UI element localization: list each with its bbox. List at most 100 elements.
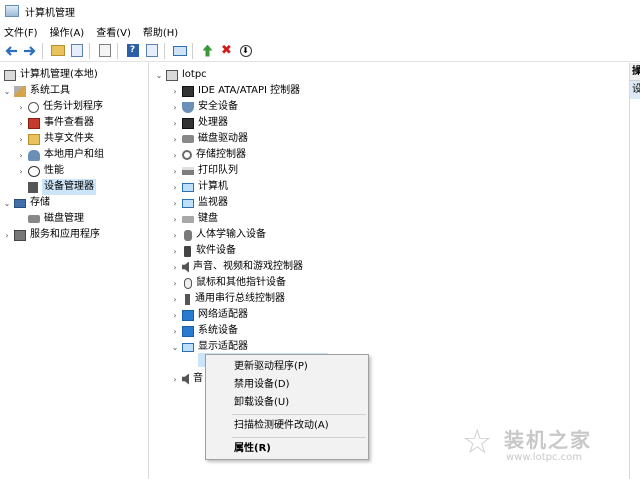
device-computer[interactable]: › 计算机 (170, 179, 228, 195)
chevron-right-icon[interactable]: › (170, 199, 180, 208)
menu-help[interactable]: 帮助(H) (138, 24, 185, 39)
tools-icon (14, 85, 26, 97)
event-viewer-icon (28, 117, 40, 129)
menu-view[interactable]: 查看(V) (91, 24, 138, 39)
ide-controller-icon (182, 85, 194, 97)
chevron-right-icon[interactable]: › (170, 263, 180, 272)
scan-hardware-menu-item[interactable]: 扫描检测硬件改动(A) (206, 417, 368, 435)
chevron-right-icon[interactable]: › (170, 183, 180, 192)
back-arrow-icon[interactable] (2, 42, 19, 59)
help-icon[interactable]: ? (124, 42, 141, 59)
chevron-right-icon[interactable]: › (16, 151, 26, 160)
tree-root[interactable]: 计算机管理(本地) (2, 67, 98, 83)
chevron-right-icon[interactable]: › (170, 103, 180, 112)
device-disk-drives[interactable]: › 磁盘驱动器 (170, 131, 248, 147)
printer-icon (182, 167, 194, 175)
computer-management-icon (4, 69, 16, 81)
uninstall-device-menu-item[interactable]: 卸载设备(U) (206, 394, 368, 412)
tree-storage[interactable]: ⌄ 存储 (2, 195, 50, 211)
forward-arrow-icon[interactable] (21, 42, 38, 59)
tree-device-manager[interactable]: 设备管理器 (16, 179, 96, 195)
device-audio-partial[interactable]: › 音 (170, 371, 203, 387)
actions-item[interactable]: 设 (630, 81, 640, 99)
chevron-right-icon[interactable]: › (170, 311, 180, 320)
show-tree-icon[interactable] (68, 42, 85, 59)
title-bar: 计算机管理 (0, 0, 640, 22)
menu-action[interactable]: 操作(A) (45, 24, 92, 39)
up-folder-icon[interactable] (49, 42, 66, 59)
tree-disk-management[interactable]: 磁盘管理 (16, 211, 84, 227)
actions-header: 操 (630, 63, 640, 81)
computer-icon (166, 69, 178, 81)
tree-task-scheduler[interactable]: › 任务计划程序 (16, 99, 103, 115)
monitor-icon[interactable] (171, 42, 188, 59)
device-print-queue[interactable]: › 打印队列 (170, 163, 238, 179)
properties-menu-item[interactable]: 属性(R) (206, 440, 368, 458)
device-security[interactable]: › 安全设备 (170, 99, 238, 115)
services-icon (14, 229, 26, 241)
tree-services-apps[interactable]: › 服务和应用程序 (2, 227, 100, 243)
mouse-icon (184, 277, 192, 289)
chevron-down-icon[interactable]: ⌄ (154, 71, 164, 80)
shared-folder-icon (28, 133, 40, 145)
storage-controller-icon (182, 150, 192, 160)
tree-system-tools[interactable]: ⌄ 系统工具 (2, 83, 70, 99)
uninstall-x-icon[interactable]: ✖ (218, 42, 235, 59)
device-sound[interactable]: › 声音、视频和游戏控制器 (170, 259, 303, 275)
tree-local-users[interactable]: › 本地用户和组 (16, 147, 104, 163)
download-icon[interactable]: ⬇ (237, 42, 254, 59)
speaker-icon (182, 261, 189, 273)
usb-icon (185, 293, 190, 305)
chevron-right-icon[interactable]: › (170, 87, 180, 96)
device-hid[interactable]: › 人体学输入设备 (170, 227, 266, 243)
properties-icon[interactable] (96, 42, 113, 59)
device-keyboards[interactable]: › 键盘 (170, 211, 218, 227)
device-system[interactable]: › 系统设备 (170, 323, 238, 339)
device-mice[interactable]: › 鼠标和其他指针设备 (170, 275, 286, 291)
chevron-down-icon[interactable]: ⌄ (2, 87, 12, 96)
watermark: ☆ 装机之家 www.lotpc.com (462, 418, 632, 474)
star-logo-icon: ☆ (462, 422, 493, 462)
tree-performance[interactable]: › 性能 (16, 163, 64, 179)
chevron-right-icon[interactable]: › (170, 167, 180, 176)
chevron-right-icon[interactable]: › (170, 247, 180, 256)
chevron-right-icon[interactable]: › (170, 135, 180, 144)
device-software[interactable]: › 软件设备 (170, 243, 236, 259)
chevron-right-icon[interactable]: › (170, 375, 180, 384)
device-ide[interactable]: › IDE ATA/ATAPI 控制器 (170, 83, 300, 99)
chevron-right-icon[interactable]: › (170, 151, 180, 160)
chevron-right-icon[interactable]: › (170, 119, 180, 128)
keyboard-icon (182, 215, 194, 223)
disable-device-menu-item[interactable]: 禁用设备(D) (206, 376, 368, 394)
chevron-right-icon[interactable]: › (16, 119, 26, 128)
device-monitors[interactable]: › 监视器 (170, 195, 228, 211)
update-driver-menu-item[interactable]: 更新驱动程序(P) (206, 358, 368, 376)
speaker-icon (182, 373, 189, 385)
device-network[interactable]: › 网络适配器 (170, 307, 248, 323)
show-pane-icon[interactable] (143, 42, 160, 59)
device-processor[interactable]: › 处理器 (170, 115, 228, 131)
tree-event-viewer[interactable]: › 事件查看器 (16, 115, 94, 131)
chevron-right-icon[interactable]: › (16, 135, 26, 144)
chevron-right-icon[interactable]: › (2, 231, 12, 240)
chevron-right-icon[interactable]: › (170, 295, 180, 304)
chevron-right-icon[interactable]: › (170, 215, 180, 224)
device-usb[interactable]: › 通用串行总线控制器 (170, 291, 285, 307)
tree-shared-folders[interactable]: › 共享文件夹 (16, 131, 94, 147)
chevron-right-icon[interactable]: › (170, 231, 180, 240)
network-adapter-icon (182, 309, 194, 321)
chevron-down-icon[interactable]: ⌄ (170, 343, 180, 352)
chevron-down-icon[interactable]: ⌄ (2, 199, 12, 208)
device-root[interactable]: ⌄ lotpc (154, 67, 207, 83)
chevron-right-icon[interactable]: › (170, 327, 180, 336)
menu-file[interactable]: 文件(F) (0, 24, 45, 39)
chevron-right-icon[interactable]: › (16, 167, 26, 176)
clock-icon (28, 101, 39, 113)
chevron-right-icon[interactable]: › (16, 103, 26, 112)
actions-pane: 操 设 (629, 63, 640, 479)
update-driver-icon[interactable] (199, 42, 216, 59)
chevron-right-icon[interactable]: › (170, 279, 180, 288)
window-title: 计算机管理 (25, 7, 75, 19)
toolbar-separator (42, 42, 43, 59)
device-storage-controller[interactable]: › 存储控制器 (170, 147, 246, 163)
